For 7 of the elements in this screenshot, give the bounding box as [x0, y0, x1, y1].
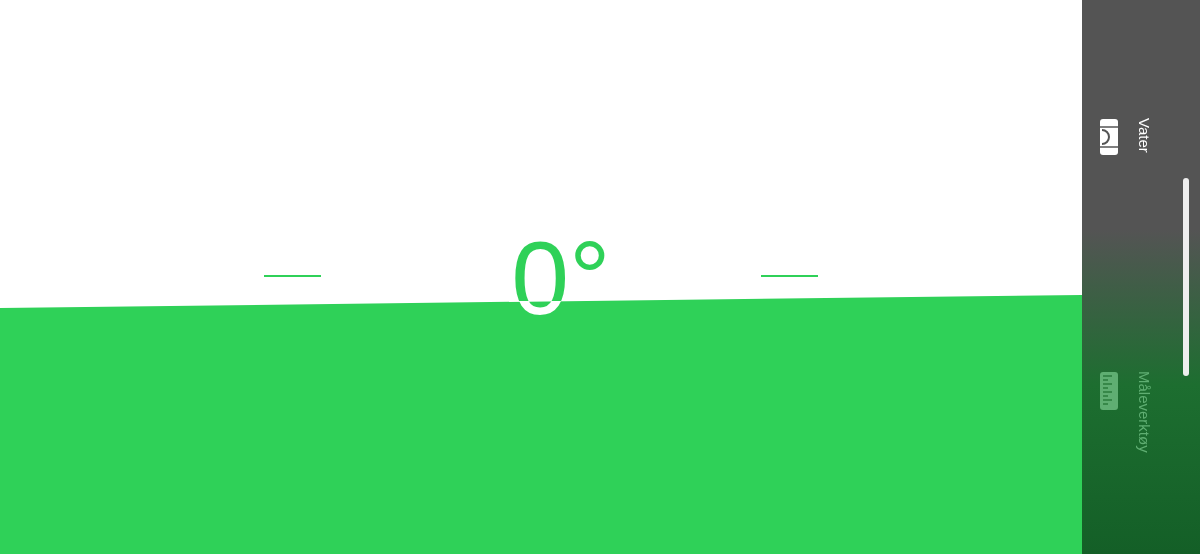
tool-label: Vater — [1135, 118, 1153, 153]
horizon-mark — [264, 275, 321, 277]
ruler-icon — [1099, 371, 1119, 411]
tool-tab[interactable]: Vater — [1082, 118, 1182, 156]
tool-label: Måleverktøy — [1135, 371, 1153, 453]
level-icon — [1099, 118, 1119, 156]
horizon-mark — [761, 275, 818, 277]
